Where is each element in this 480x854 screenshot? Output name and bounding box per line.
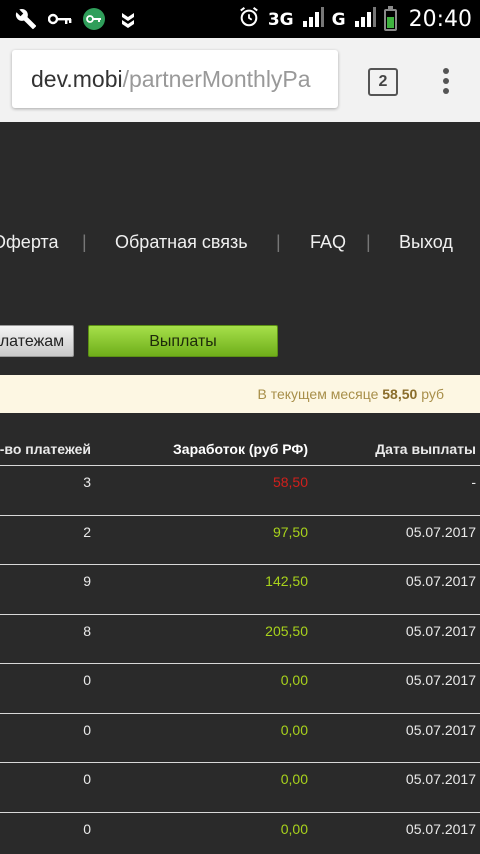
cell-count: 2 bbox=[83, 523, 91, 540]
cell-date: 05.07.2017 bbox=[405, 523, 476, 540]
payments-tab-button[interactable]: латежам bbox=[0, 325, 74, 357]
header-payout-date: Дата выплаты bbox=[375, 441, 476, 457]
clock: 20:40 bbox=[408, 7, 472, 32]
current-month-summary: В текущем месяце 58,50 руб bbox=[0, 375, 480, 413]
table-row: 0 0,00 05.07.2017 bbox=[0, 714, 480, 763]
network-label: 3G bbox=[267, 9, 294, 30]
nav-logout-link[interactable]: Выход bbox=[399, 232, 453, 253]
cell-count: 3 bbox=[83, 474, 91, 490]
cell-earnings: 0,00 bbox=[280, 771, 308, 787]
nav-faq-link[interactable]: FAQ bbox=[310, 232, 346, 253]
top-navigation: Оферта | Обратная связь | FAQ | Выход bbox=[0, 232, 480, 258]
url-host: dev.mobi bbox=[31, 66, 123, 92]
status-bar: 3G G 20:40 bbox=[0, 0, 480, 38]
nav-separator: | bbox=[366, 232, 371, 252]
cell-date: 05.07.2017 bbox=[405, 672, 476, 688]
cell-earnings: 97,50 bbox=[272, 523, 308, 540]
cell-earnings: 58,50 bbox=[272, 474, 308, 490]
double-chevron-icon bbox=[116, 7, 140, 31]
table-header: -во платежей Заработок (руб РФ) Дата вып… bbox=[0, 429, 480, 466]
alarm-icon bbox=[238, 6, 260, 33]
menu-dot-icon bbox=[443, 88, 449, 94]
page-content: Оферта | Обратная связь | FAQ | Выход ла… bbox=[0, 122, 480, 854]
cell-date: - bbox=[471, 474, 476, 490]
url-path: /partnerMonthlyPa bbox=[122, 66, 311, 92]
nav-offer-link[interactable]: Оферта bbox=[0, 232, 59, 253]
cell-count: 9 bbox=[83, 573, 91, 589]
cell-count: 0 bbox=[83, 672, 91, 688]
cell-date: 05.07.2017 bbox=[405, 771, 476, 787]
menu-dot-icon bbox=[443, 68, 449, 74]
table-row: 9 142,50 05.07.2017 bbox=[0, 565, 480, 615]
header-payment-count: -во платежей bbox=[0, 441, 91, 457]
signal-icon bbox=[302, 7, 324, 32]
menu-dot-icon bbox=[443, 78, 449, 84]
table-row: 3 58,50 - bbox=[0, 466, 480, 516]
browser-toolbar: dev.mobi/partnerMonthlyPa 2 bbox=[0, 38, 480, 122]
summary-prefix: В текущем месяце bbox=[257, 386, 379, 402]
cell-count: 0 bbox=[83, 820, 91, 837]
summary-currency: руб bbox=[421, 386, 444, 402]
key-icon bbox=[48, 7, 72, 31]
cell-earnings: 205,50 bbox=[265, 622, 308, 639]
cell-count: 0 bbox=[83, 721, 91, 738]
table-row: 0 0,00 05.07.2017 bbox=[0, 664, 480, 714]
table-row: 8 205,50 05.07.2017 bbox=[0, 615, 480, 664]
nav-feedback-link[interactable]: Обратная связь bbox=[115, 232, 248, 253]
network-g-indicator: G bbox=[332, 10, 346, 30]
address-bar[interactable]: dev.mobi/partnerMonthlyPa bbox=[12, 50, 338, 108]
nav-separator: | bbox=[82, 232, 87, 252]
overflow-menu-button[interactable] bbox=[436, 68, 456, 94]
vpn-key-icon bbox=[82, 7, 106, 31]
cell-date: 05.07.2017 bbox=[405, 820, 476, 837]
nav-separator: | bbox=[276, 232, 281, 252]
cell-earnings: 0,00 bbox=[280, 820, 308, 837]
cell-earnings: 0,00 bbox=[280, 672, 308, 688]
cell-earnings: 0,00 bbox=[280, 721, 308, 738]
table-row: 0 0,00 05.07.2017 bbox=[0, 763, 480, 813]
network-3g-indicator: 3G bbox=[268, 10, 294, 30]
header-earnings: Заработок (руб РФ) bbox=[173, 441, 308, 457]
cell-date: 05.07.2017 bbox=[405, 622, 476, 639]
network-label: G bbox=[331, 9, 346, 30]
cell-count: 8 bbox=[83, 622, 91, 639]
summary-amount: 58,50 bbox=[382, 386, 418, 402]
signal-icon bbox=[354, 7, 376, 32]
wrench-icon bbox=[14, 7, 38, 31]
table-row: 2 97,50 05.07.2017 bbox=[0, 516, 480, 565]
cell-date: 05.07.2017 bbox=[405, 721, 476, 738]
payouts-tab-button[interactable]: Выплаты bbox=[88, 325, 278, 357]
payouts-table: -во платежей Заработок (руб РФ) Дата вып… bbox=[0, 429, 480, 854]
cell-date: 05.07.2017 bbox=[405, 573, 476, 589]
battery-icon bbox=[383, 5, 397, 31]
table-row: 0 0,00 05.07.2017 bbox=[0, 813, 480, 854]
tab-switcher-button[interactable]: 2 bbox=[368, 68, 398, 96]
cell-earnings: 142,50 bbox=[265, 573, 308, 589]
cell-count: 0 bbox=[83, 771, 91, 787]
